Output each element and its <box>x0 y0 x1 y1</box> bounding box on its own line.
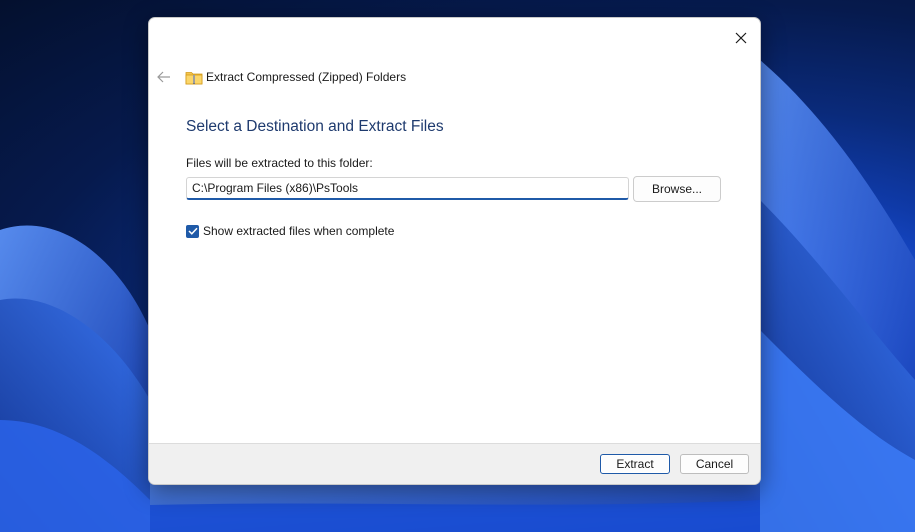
checkmark-icon <box>187 227 198 235</box>
show-files-checkbox[interactable] <box>186 224 199 238</box>
extract-button[interactable]: Extract <box>600 454 670 474</box>
dialog-footer: Extract Cancel <box>149 443 760 484</box>
destination-label: Files will be extracted to this folder: <box>186 156 373 170</box>
page-heading: Select a Destination and Extract Files <box>186 118 444 135</box>
desktop-background: Extract Compressed (Zipped) Folders Sele… <box>0 0 915 532</box>
destination-path-input[interactable] <box>186 177 629 200</box>
back-arrow-icon <box>157 71 170 83</box>
extract-dialog: Extract Compressed (Zipped) Folders Sele… <box>148 17 761 485</box>
zipped-folder-icon <box>185 71 203 84</box>
browse-button[interactable]: Browse... <box>633 176 721 202</box>
dialog-title-row: Extract Compressed (Zipped) Folders <box>185 68 406 86</box>
dialog-title: Extract Compressed (Zipped) Folders <box>206 70 407 84</box>
close-icon <box>735 32 747 44</box>
show-files-checkbox-row[interactable]: Show extracted files when complete <box>186 224 394 238</box>
back-button[interactable] <box>153 66 175 88</box>
cancel-button[interactable]: Cancel <box>680 454 749 474</box>
show-files-label: Show extracted files when complete <box>203 224 395 238</box>
close-button[interactable] <box>724 21 758 55</box>
